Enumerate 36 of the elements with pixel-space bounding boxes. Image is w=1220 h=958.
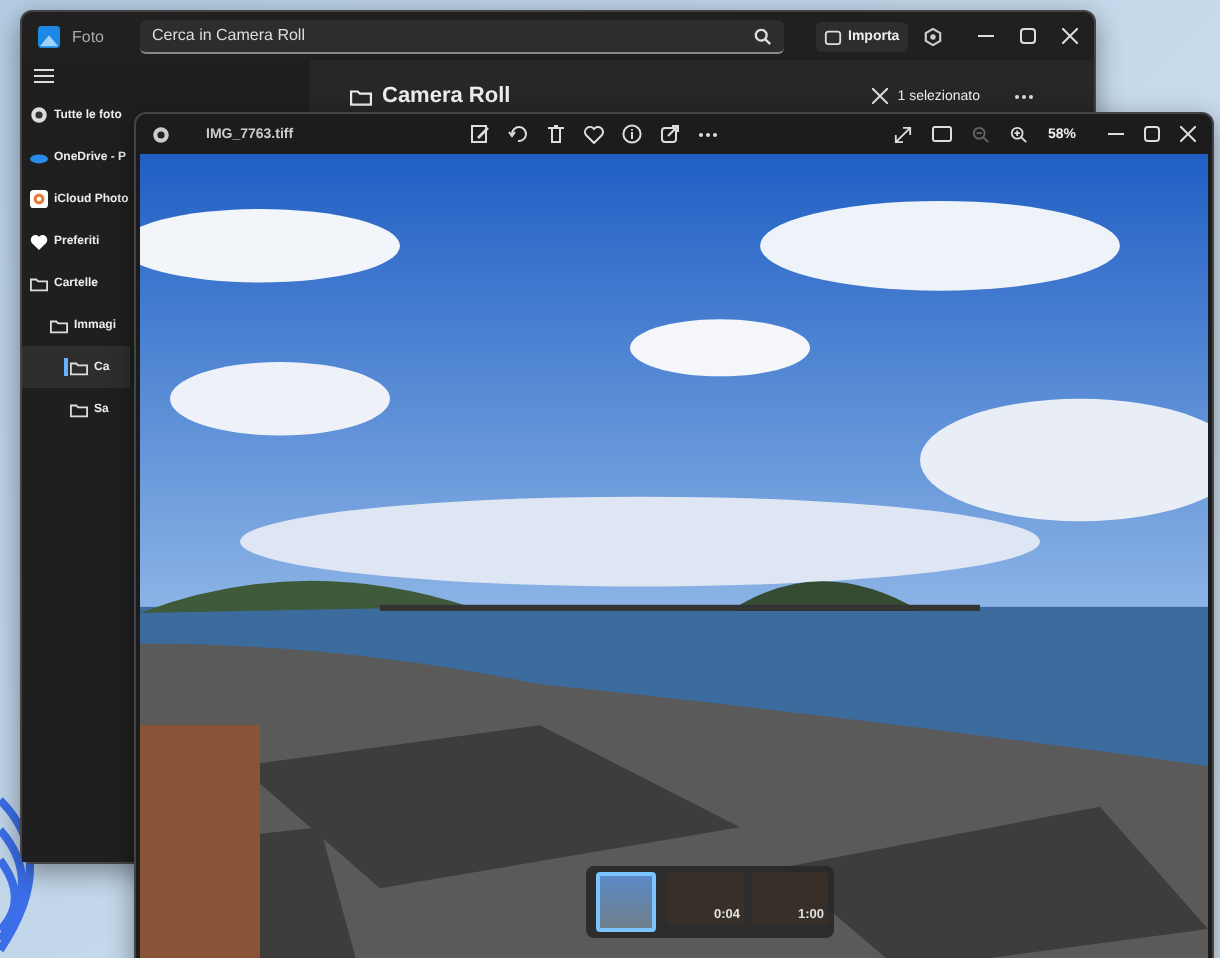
photos-icon [30, 106, 48, 124]
folder-icon [350, 87, 372, 105]
folder-title: Camera Roll [382, 84, 511, 108]
close-icon[interactable] [871, 88, 888, 104]
share-icon[interactable] [659, 124, 680, 144]
photo-thumbnail[interactable] [596, 872, 656, 932]
more-icon[interactable] [1014, 93, 1034, 99]
import-icon [824, 27, 842, 45]
close-icon[interactable] [1180, 126, 1196, 142]
folder-icon [70, 359, 88, 375]
rotate-icon[interactable] [507, 124, 528, 144]
maximize-icon[interactable] [1144, 126, 1160, 142]
search-icon [754, 27, 772, 45]
slideshow-icon[interactable] [931, 126, 952, 142]
cloud-icon [30, 151, 48, 163]
folder-icon [70, 401, 88, 417]
expand-icon[interactable] [893, 125, 912, 143]
menu-icon[interactable] [34, 68, 54, 84]
settings-icon[interactable] [923, 27, 942, 45]
more-icon[interactable] [697, 131, 718, 137]
photos-logo-icon [152, 125, 170, 143]
photos-logo-icon [38, 25, 60, 47]
folder-icon [30, 275, 48, 291]
heart-icon[interactable] [583, 125, 604, 143]
zoom-in-icon[interactable] [1009, 125, 1028, 143]
maximize-icon[interactable] [1020, 28, 1036, 44]
zoom-out-icon[interactable] [971, 125, 990, 143]
app-title: Foto [72, 27, 107, 45]
search-field[interactable]: Cerca in Camera Roll [140, 19, 784, 53]
folder-icon [50, 317, 68, 333]
info-icon[interactable] [621, 124, 642, 144]
flower-icon [30, 190, 48, 208]
edit-icon[interactable] [469, 124, 490, 144]
close-icon[interactable] [1062, 28, 1078, 44]
heart-icon [30, 233, 48, 249]
delete-icon[interactable] [545, 124, 566, 144]
